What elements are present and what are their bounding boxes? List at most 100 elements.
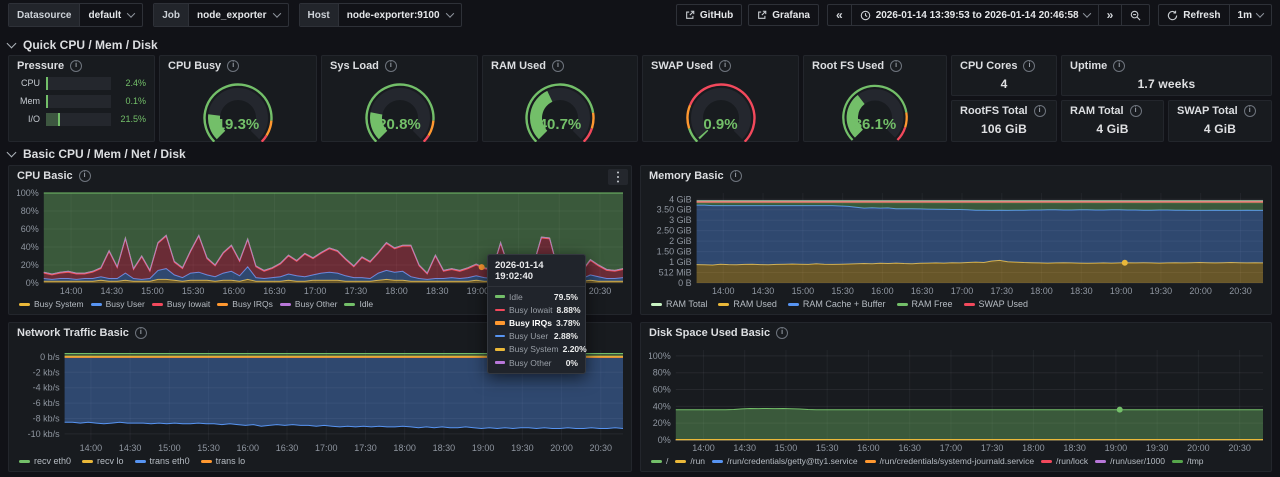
panel-title[interactable]: Disk Space Used Basici <box>641 323 1271 339</box>
panel-title[interactable]: SWAP Totali <box>1169 101 1271 117</box>
legend-item[interactable]: RAM Total <box>651 299 707 309</box>
github-link-button[interactable]: GitHub <box>676 4 742 26</box>
panel-title[interactable]: Sys Loadi <box>322 56 477 72</box>
info-icon[interactable]: i <box>1113 60 1125 72</box>
section-basic-cpu-mem-net-disk[interactable]: Basic CPU / Mem / Net / Disk <box>8 147 186 161</box>
legend-item[interactable]: RAM Free <box>897 299 953 309</box>
legend-item[interactable]: RAM Used <box>718 299 777 309</box>
info-icon[interactable]: i <box>227 60 239 72</box>
info-icon[interactable]: i <box>552 60 564 72</box>
variable-value-dropdown[interactable]: node-exporter:9100 <box>338 4 461 26</box>
svg-text:18:30: 18:30 <box>1063 443 1086 453</box>
svg-text:-6 kb/s: -6 kb/s <box>33 398 61 408</box>
panel-title[interactable]: SWAP Usedi <box>643 56 798 72</box>
clock-icon <box>860 10 871 21</box>
legend-item[interactable]: recv lo <box>82 456 124 466</box>
chevron-down-icon <box>1256 9 1264 17</box>
section-quick-cpu-mem-disk[interactable]: Quick CPU / Mem / Disk <box>8 38 158 52</box>
legend-item[interactable]: /run <box>675 456 705 466</box>
panel-title[interactable]: CPU Basici <box>9 166 631 182</box>
pressure-row-label: Mem <box>17 96 40 106</box>
legend-item[interactable]: Busy Other <box>280 299 338 309</box>
legend-item[interactable]: /tmp <box>1172 456 1204 466</box>
svg-text:80%: 80% <box>653 368 671 378</box>
svg-text:17:00: 17:00 <box>951 286 974 296</box>
legend-item[interactable]: /run/credentials/systemd-journald.servic… <box>865 456 1034 466</box>
panel-title[interactable]: RootFS Totali <box>952 101 1056 117</box>
panel-title[interactable]: CPU Coresi <box>952 56 1056 72</box>
variable-host[interactable]: Host node-exporter:9100 <box>299 3 462 27</box>
time-range-picker[interactable]: 2026-01-14 13:39:53 to 2026-01-14 20:46:… <box>851 4 1099 26</box>
series-color-dash <box>82 460 93 463</box>
stat-value: 4 <box>952 77 1056 91</box>
pressure-row-value: 21.5% <box>117 114 146 124</box>
panel-title[interactable]: Root FS Usedi <box>804 56 946 72</box>
gauge-panel-cpu-busy: CPU Busyi 19.3% <box>159 55 317 142</box>
panel-title[interactable]: RAM Usedi <box>483 56 637 72</box>
legend-item[interactable]: /run/lock <box>1041 456 1088 466</box>
legend-item[interactable]: trans lo <box>201 456 246 466</box>
info-icon[interactable]: i <box>70 60 82 72</box>
gauge-panel-swap-used: SWAP Usedi 0.9% <box>642 55 799 142</box>
info-icon[interactable]: i <box>385 60 397 72</box>
legend-item[interactable]: Busy Iowait <box>152 299 210 309</box>
time-shift-forward-button[interactable]: » <box>1098 4 1123 26</box>
svg-text:60%: 60% <box>653 385 671 395</box>
svg-text:20%: 20% <box>653 418 671 428</box>
panel-title[interactable]: Uptimei <box>1062 56 1271 72</box>
info-icon[interactable]: i <box>890 60 902 72</box>
info-icon[interactable]: i <box>1023 60 1035 72</box>
series-color-dash <box>495 321 505 325</box>
legend-item[interactable]: /run/credentials/getty@tty1.service <box>712 456 858 466</box>
info-icon[interactable]: i <box>1244 105 1256 117</box>
chevrons-left-icon: « <box>836 9 843 21</box>
svg-text:20:30: 20:30 <box>1229 286 1252 296</box>
tooltip-row: Busy Other 0% <box>488 356 585 369</box>
svg-text:100%: 100% <box>649 351 671 361</box>
variable-value-dropdown[interactable]: default <box>79 4 142 26</box>
panel-menu-icon[interactable] <box>608 169 628 185</box>
panel-title[interactable]: Pressure i <box>9 56 154 72</box>
legend-item[interactable]: recv eth0 <box>19 456 71 466</box>
svg-text:16:30: 16:30 <box>276 443 299 453</box>
info-icon[interactable]: i <box>776 327 788 339</box>
legend-item[interactable]: SWAP Used <box>964 299 1029 309</box>
gauge-value: 0.9% <box>643 116 798 133</box>
panel-title[interactable]: CPU Busyi <box>160 56 316 72</box>
legend-item[interactable]: RAM Cache + Buffer <box>788 299 886 309</box>
variable-datasource[interactable]: Datasource default <box>8 3 143 27</box>
legend-item[interactable]: Busy System <box>19 299 84 309</box>
series-color-dash <box>495 309 505 312</box>
svg-text:512 MiB: 512 MiB <box>659 268 692 278</box>
legend-item[interactable]: trans eth0 <box>135 456 190 466</box>
info-icon[interactable]: i <box>1130 105 1142 117</box>
stat-panel-rootfs-total: RootFS Totali 106 GiB <box>951 100 1057 142</box>
legend-item[interactable]: / <box>651 456 668 466</box>
legend-item[interactable]: /run/user/1000 <box>1095 456 1165 466</box>
refresh-interval-dropdown[interactable]: 1m <box>1229 4 1272 26</box>
info-icon[interactable]: i <box>719 60 731 72</box>
panel-title[interactable]: Memory Basici <box>641 166 1271 182</box>
info-icon[interactable]: i <box>135 327 147 339</box>
info-icon[interactable]: i <box>730 170 742 182</box>
svg-text:40%: 40% <box>653 401 671 411</box>
time-shift-back-button[interactable]: « <box>827 4 852 26</box>
chart-tooltip: 2026-01-14 19:02:40 Idle 79.5% Busy Iowa… <box>487 254 586 374</box>
tooltip-timestamp: 2026-01-14 19:02:40 <box>488 255 585 287</box>
panel-title[interactable]: RAM Totali <box>1062 101 1163 117</box>
grafana-link-button[interactable]: Grafana <box>748 4 819 26</box>
variable-value-dropdown[interactable]: node_exporter <box>188 4 287 26</box>
info-icon[interactable]: i <box>79 170 91 182</box>
gauge-panel-sys-load: Sys Loadi 20.8% <box>321 55 478 142</box>
svg-text:18:30: 18:30 <box>1070 286 1093 296</box>
time-navigation: « 2026-01-14 13:39:53 to 2026-01-14 20:4… <box>827 4 1150 26</box>
refresh-button[interactable]: Refresh <box>1158 4 1229 26</box>
chart-plot[interactable]: 0 B512 MiB1 GiB1.50 GiB2 GiB2.50 GiB3 Gi… <box>649 189 1265 294</box>
legend-item[interactable]: Idle <box>344 299 373 309</box>
chart-plot[interactable]: 0%20%40%60%80%100%14:0014:3015:0015:3016… <box>649 346 1265 451</box>
zoom-out-button[interactable] <box>1121 4 1150 26</box>
info-icon[interactable]: i <box>1034 105 1046 117</box>
legend-item[interactable]: Busy User <box>91 299 145 309</box>
legend-item[interactable]: Busy IRQs <box>217 299 273 309</box>
variable-job[interactable]: Job node_exporter <box>153 3 288 27</box>
